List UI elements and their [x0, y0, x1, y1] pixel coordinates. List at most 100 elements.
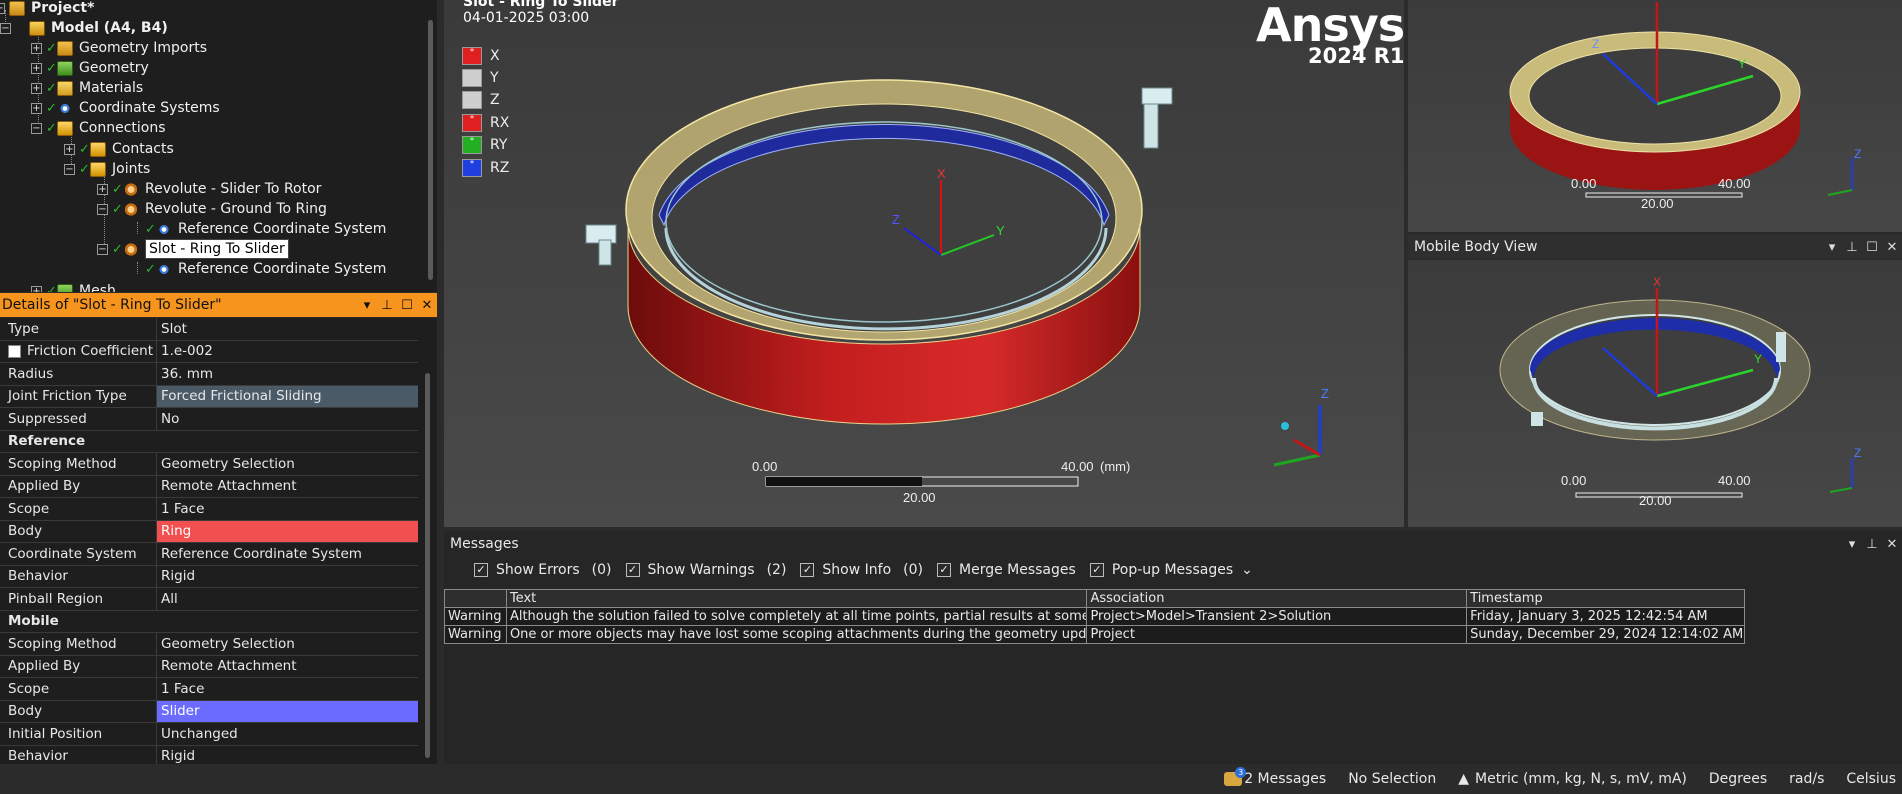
- expand-icon[interactable]: +: [97, 183, 108, 195]
- column-association[interactable]: Association: [1086, 589, 1468, 608]
- pin-icon[interactable]: ⊥: [377, 298, 397, 313]
- collapse-icon[interactable]: −: [97, 243, 108, 255]
- merge-messages-toggle[interactable]: ✓ Merge Messages: [937, 562, 1076, 578]
- graphics-viewport[interactable]: X Y Z 0.00 40.00 (mm) 20.00 Z: [444, 0, 1404, 527]
- details-row-ref-behavior[interactable]: Behavior Rigid: [0, 565, 418, 588]
- details-row-pinball-region[interactable]: Pinball Region All: [0, 588, 418, 611]
- maximize-icon[interactable]: ☐: [1862, 240, 1882, 255]
- expand-icon[interactable]: +: [31, 102, 42, 114]
- chevron-down-icon[interactable]: ▾: [1822, 240, 1842, 255]
- chevron-down-icon[interactable]: ▾: [1842, 537, 1862, 552]
- reference-body-view[interactable]: Z Y 0.00 40.00 20.00 Z: [1408, 0, 1902, 232]
- tree-scrollbar-thumb[interactable]: [428, 20, 433, 280]
- materials-icon: [57, 80, 73, 96]
- details-row-type[interactable]: Type Slot: [0, 318, 418, 341]
- details-row-radius[interactable]: Radius 36. mm: [0, 363, 418, 386]
- details-row-friction-coefficient[interactable]: Friction Coefficient 1.e-002: [0, 340, 418, 363]
- details-row-joint-friction-type[interactable]: Joint Friction Type Forced Frictional Sli…: [0, 385, 418, 408]
- details-scrollbar[interactable]: [418, 318, 437, 764]
- scale-mid: 20.00: [903, 490, 936, 505]
- revolute-joint-icon: [123, 181, 139, 197]
- details-row-initial-position[interactable]: Initial Position Unchanged: [0, 723, 418, 746]
- status-temp-units[interactable]: Celsius: [1846, 771, 1896, 787]
- table-row[interactable]: Warning One or more objects may have los…: [444, 625, 1745, 644]
- details-row-ref-scoping-method[interactable]: Scoping Method Geometry Selection: [0, 453, 418, 476]
- show-warnings-toggle[interactable]: ✓ Show Warnings (2): [625, 562, 786, 578]
- reference-ring-graphic[interactable]: Z Y 0.00 40.00 20.00 Z: [1408, 0, 1902, 232]
- expand-icon[interactable]: +: [31, 285, 42, 292]
- tree-item-model[interactable]: − Model (A4, B4): [0, 18, 168, 38]
- close-icon[interactable]: ✕: [1882, 537, 1902, 552]
- mobile-scale-mid: 20.00: [1639, 493, 1672, 508]
- pin-icon[interactable]: ⊥: [1862, 537, 1882, 552]
- maximize-icon[interactable]: ☐: [397, 298, 417, 313]
- coordinate-system-icon: [156, 261, 172, 277]
- status-angle-units[interactable]: Degrees: [1709, 771, 1767, 787]
- chevron-down-icon[interactable]: ⌄: [1241, 562, 1253, 578]
- details-row-ref-body[interactable]: Body Ring: [0, 520, 418, 543]
- status-units[interactable]: ▲ Metric (mm, kg, N, s, mV, mA): [1458, 771, 1687, 787]
- tree-scrollbar[interactable]: [424, 0, 437, 292]
- status-rate-units[interactable]: rad/s: [1789, 771, 1824, 787]
- tree-item-reference-cs-2[interactable]: ✓ Reference Coordinate System: [145, 259, 386, 279]
- details-row-mob-scope[interactable]: Scope 1 Face: [0, 678, 418, 701]
- close-icon[interactable]: ✕: [417, 298, 437, 313]
- tree-item-project[interactable]: − Project*: [0, 0, 94, 18]
- column-text[interactable]: Text: [505, 589, 1088, 608]
- tree-item-joints[interactable]: − ✓ Joints: [64, 159, 150, 179]
- tree-item-slot-ring-to-slider[interactable]: − ✓ Slot - Ring To Slider: [97, 239, 289, 259]
- status-selection: No Selection: [1348, 771, 1437, 787]
- details-row-ref-scope[interactable]: Scope 1 Face: [0, 498, 418, 521]
- tree-item-geometry-imports[interactable]: + ✓ Geometry Imports: [31, 38, 207, 58]
- column-timestamp[interactable]: Timestamp: [1466, 589, 1745, 608]
- check-icon[interactable]: ✓: [625, 563, 640, 577]
- tree-item-revolute-slider-to-rotor[interactable]: + ✓ Revolute - Slider To Rotor: [97, 179, 321, 199]
- chevron-down-icon[interactable]: ▾: [357, 298, 377, 313]
- joints-icon: [90, 161, 106, 177]
- tree-item-geometry[interactable]: + ✓ Geometry: [31, 58, 149, 78]
- table-row[interactable]: Warning Although the solution failed to …: [444, 607, 1745, 626]
- collapse-icon[interactable]: −: [64, 163, 75, 175]
- popup-messages-toggle[interactable]: ✓ Pop-up Messages ⌄: [1089, 562, 1253, 578]
- expand-icon[interactable]: +: [31, 42, 42, 54]
- mobile-body-view[interactable]: X Y 0.00 40.00 20.00 Z: [1408, 260, 1902, 527]
- check-icon[interactable]: ✓: [800, 563, 815, 577]
- message-icon: 3: [1224, 767, 1247, 786]
- tree-item-connections[interactable]: − ✓ Connections: [31, 118, 166, 138]
- mobile-slider-graphic[interactable]: X Y 0.00 40.00 20.00 Z: [1408, 260, 1902, 527]
- check-icon[interactable]: ✓: [474, 563, 488, 577]
- details-row-ref-applied-by[interactable]: Applied By Remote Attachment: [0, 475, 418, 498]
- collapse-icon[interactable]: −: [0, 2, 5, 14]
- details-row-mob-body[interactable]: Body Slider: [0, 700, 418, 723]
- tree-item-revolute-ground-to-ring[interactable]: − ✓ Revolute - Ground To Ring: [97, 199, 327, 219]
- collapse-icon[interactable]: −: [31, 122, 42, 134]
- details-section-mobile[interactable]: Mobile: [0, 611, 418, 633]
- details-row-mob-applied-by[interactable]: Applied By Remote Attachment: [0, 655, 418, 678]
- messages-header: Messages ▾ ⊥ ✕: [444, 531, 1902, 557]
- check-icon[interactable]: ✓: [1089, 563, 1104, 577]
- details-row-mob-scoping-method[interactable]: Scoping Method Geometry Selection: [0, 633, 418, 656]
- status-messages[interactable]: 32 Messages: [1224, 767, 1326, 787]
- tree-item-reference-cs-1[interactable]: ✓ Reference Coordinate System: [145, 219, 386, 239]
- expand-icon[interactable]: +: [64, 143, 75, 155]
- collapse-icon[interactable]: −: [0, 22, 11, 34]
- expand-icon[interactable]: +: [31, 62, 42, 74]
- details-scrollbar-thumb[interactable]: [425, 373, 430, 758]
- close-icon[interactable]: ✕: [1882, 240, 1902, 255]
- parameter-checkbox[interactable]: [8, 344, 21, 358]
- expand-icon[interactable]: +: [31, 82, 42, 94]
- check-icon[interactable]: ✓: [937, 563, 951, 577]
- pin-icon[interactable]: ⊥: [1842, 240, 1862, 255]
- show-errors-toggle[interactable]: ✓ Show Errors (0): [474, 562, 612, 578]
- details-row-coordinate-system[interactable]: Coordinate System Reference Coordinate Sy…: [0, 543, 418, 566]
- details-section-reference[interactable]: Reference: [0, 431, 418, 453]
- details-row-suppressed[interactable]: Suppressed No: [0, 408, 418, 431]
- tree-item-contacts[interactable]: + ✓ Contacts: [64, 139, 174, 159]
- collapse-icon[interactable]: −: [97, 203, 108, 215]
- ring-model-graphic[interactable]: X Y Z 0.00 40.00 (mm) 20.00 Z: [444, 0, 1404, 527]
- tree-item-materials[interactable]: + ✓ Materials: [31, 78, 143, 98]
- tree-item-coordinate-systems[interactable]: + ✓ Coordinate Systems: [31, 98, 220, 118]
- show-info-toggle[interactable]: ✓ Show Info (0): [800, 562, 923, 578]
- details-row-mob-behavior[interactable]: Behavior Rigid: [0, 745, 418, 764]
- tree-item-mesh[interactable]: + ✓ Mesh: [31, 281, 116, 292]
